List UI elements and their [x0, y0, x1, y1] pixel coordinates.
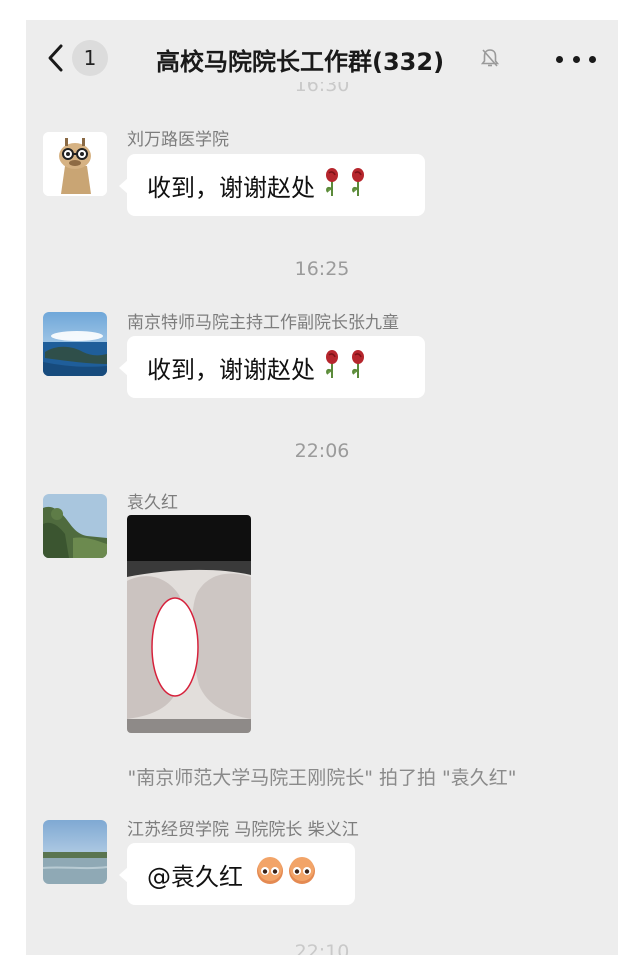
more-dot — [556, 55, 563, 63]
avatar-ocean-landscape[interactable] — [43, 312, 107, 376]
sender-name: 刘万路医学院 — [127, 130, 229, 150]
timestamp: 22:06 — [294, 440, 350, 462]
rose-icon — [323, 349, 341, 385]
message-text: 收到，谢谢赵处 — [147, 355, 315, 384]
bell-off-icon — [480, 48, 500, 72]
message-bubble[interactable]: 收到，谢谢赵处 — [119, 154, 425, 216]
timestamp: 22:10 — [26, 941, 618, 955]
more-dot — [572, 55, 580, 63]
timestamp-text: 22:10 — [294, 941, 350, 955]
avatar-giraffe[interactable] — [43, 132, 107, 196]
message-text: 收到，谢谢赵处 — [147, 173, 315, 202]
face-emoji — [287, 856, 317, 892]
sender-name: 江苏经贸学院 马院院长 柴义江 — [127, 820, 359, 840]
image-message[interactable] — [127, 515, 251, 733]
chevron-left-icon — [46, 43, 64, 73]
chat-title: 高校马院院长工作群(332) — [156, 48, 445, 76]
rose-icon — [349, 167, 367, 203]
chat-screen: 1 高校马院院长工作群(332) 16:30 刘万路医学院 收到，谢谢赵处 16… — [26, 20, 618, 955]
message-bubble[interactable]: @袁久红 — [119, 843, 355, 905]
sender-name: 南京特师马院主持工作副院长张九童 — [127, 313, 399, 333]
sender-name: 袁久红 — [127, 493, 178, 513]
avatar-mountain-landscape[interactable] — [43, 494, 107, 558]
more-dot — [589, 55, 596, 63]
timestamp: 16:25 — [294, 258, 350, 280]
rose-icon — [323, 167, 341, 203]
avatar-lake-landscape[interactable] — [43, 820, 107, 884]
rose-icon — [349, 349, 367, 385]
message-text: @袁久红 — [147, 862, 243, 891]
pat-system-message: "南京师范大学马院王刚院长" 拍了拍 "袁久红" — [127, 767, 517, 789]
back-button[interactable]: 1 — [46, 40, 108, 76]
more-options-button[interactable] — [556, 44, 596, 74]
face-emoji — [255, 856, 285, 892]
timestamp-text: 16:30 — [294, 82, 350, 96]
timestamp: 16:30 — [26, 82, 618, 96]
unread-count-badge: 1 — [72, 40, 108, 76]
message-bubble[interactable]: 收到，谢谢赵处 — [119, 336, 425, 398]
